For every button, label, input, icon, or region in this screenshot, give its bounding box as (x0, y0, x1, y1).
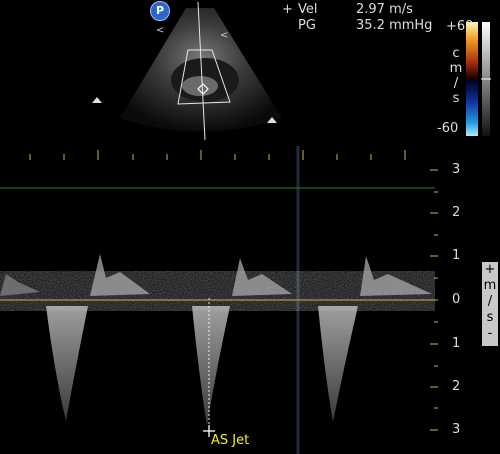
scale-ticks (430, 169, 438, 431)
doppler-spectrum (0, 146, 438, 454)
scale-label-neg1: 1 (452, 336, 461, 351)
color-bar-bottom-label: -60 (437, 121, 459, 136)
scale-label-neg2: 2 (452, 379, 461, 394)
gray-bar (481, 22, 491, 136)
scale-label-zero: 0 (452, 292, 461, 307)
pg-label: PG (298, 18, 316, 33)
pg-value: 35.2 mmHg (356, 18, 433, 33)
vel-label: Vel (298, 2, 318, 17)
color-velocity-bar (466, 22, 478, 136)
depth-marker-right: < (220, 30, 228, 41)
doppler-unit-label: + m / s - (482, 262, 498, 346)
vel-value: 2.97 m/s (356, 2, 413, 17)
measurement-readout: + Vel 2.97 m/s PG 35.2 mmHg (282, 2, 432, 34)
probe-badge-icon: P (150, 1, 170, 21)
scale-label-neg3: 3 (452, 422, 461, 437)
left-arrow-icon (92, 97, 102, 103)
systolic-jet-2 (192, 306, 230, 426)
scale-label-pos1: 1 (452, 248, 461, 263)
color-bar-unit: c m / s (449, 46, 463, 106)
as-jet-annotation: AS Jet (211, 433, 250, 448)
depth-marker-left: < (156, 25, 164, 36)
scale-label-pos2: 2 (452, 205, 461, 220)
time-ticks (29, 150, 406, 160)
systolic-jet-1 (46, 306, 88, 421)
scale-label-pos3: 3 (452, 162, 461, 177)
systolic-jet-3 (318, 306, 358, 422)
cursor-symbol: + (282, 2, 293, 17)
